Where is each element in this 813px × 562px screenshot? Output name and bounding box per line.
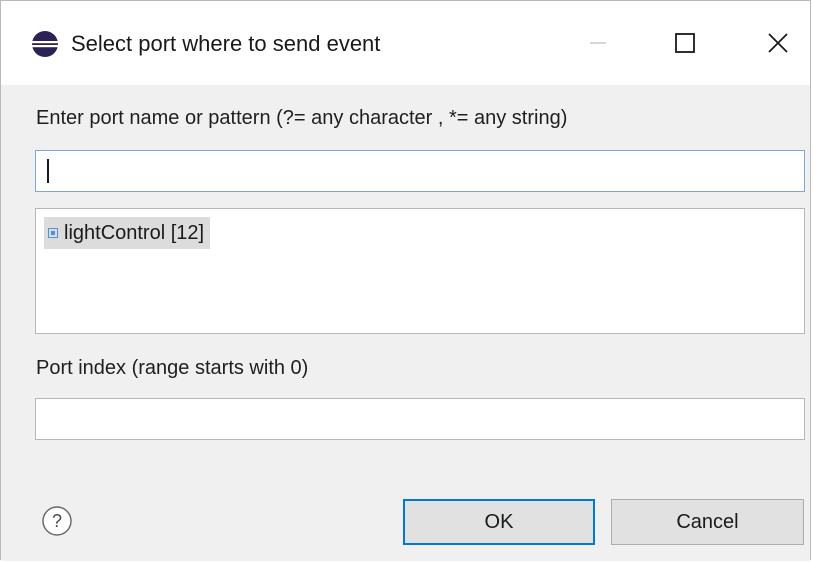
maximize-icon xyxy=(675,33,695,53)
text-caret xyxy=(47,159,49,183)
maximize-button[interactable] xyxy=(663,23,707,63)
port-index-label: Port index (range starts with 0) xyxy=(36,357,309,379)
minimize-button[interactable] xyxy=(576,23,620,63)
list-item-label: lightControl [12] xyxy=(64,221,205,244)
close-button[interactable] xyxy=(756,23,800,63)
pattern-label: Enter port name or pattern (?= any chara… xyxy=(36,107,568,129)
minimize-icon xyxy=(590,42,606,44)
ok-button[interactable]: OK xyxy=(403,499,595,545)
help-icon: ? xyxy=(42,506,72,536)
dialog-window: Select port where to send event Enter po… xyxy=(0,0,811,561)
dialog-content: Enter port name or pattern (?= any chara… xyxy=(1,85,810,561)
port-index-input[interactable] xyxy=(35,398,805,440)
dialog-title: Select port where to send event xyxy=(71,31,381,56)
list-item[interactable]: lightControl [12] xyxy=(44,217,211,249)
eclipse-icon xyxy=(32,31,58,57)
pattern-input[interactable] xyxy=(35,150,805,192)
title-bar: Select port where to send event xyxy=(1,1,810,85)
port-icon xyxy=(48,228,58,238)
port-list[interactable]: lightControl [12] xyxy=(35,208,805,334)
svg-text:?: ? xyxy=(52,511,62,531)
close-icon xyxy=(768,33,788,53)
cancel-button[interactable]: Cancel xyxy=(611,499,804,545)
help-button[interactable]: ? xyxy=(41,505,73,537)
